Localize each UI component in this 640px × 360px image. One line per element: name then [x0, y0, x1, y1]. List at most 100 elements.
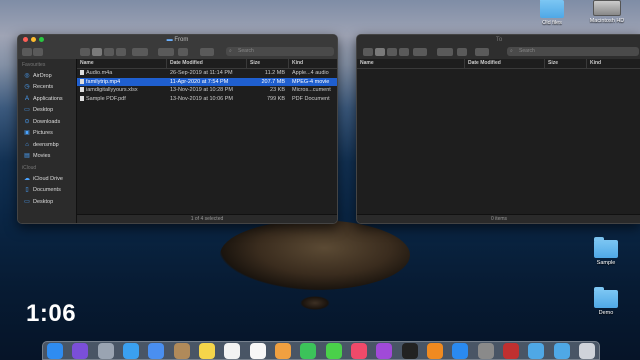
reminders-icon[interactable]	[249, 342, 266, 359]
sidebar-item-label: AirDrop	[33, 72, 52, 79]
view-gallery-button[interactable]	[399, 48, 409, 56]
group-button[interactable]	[132, 48, 148, 56]
downloads-icon: ⊙	[24, 118, 30, 125]
column-date-modified[interactable]: Date Modified	[465, 59, 545, 68]
sidebar-item-icloud-desktop[interactable]: ▭ Desktop	[18, 196, 76, 208]
siri-icon[interactable]	[72, 342, 89, 359]
column-kind[interactable]: Kind	[587, 59, 640, 68]
view-icons-button[interactable]	[363, 48, 373, 56]
books-icon[interactable]	[426, 342, 443, 359]
file-date-modified: 13-Nov-2019 at 10:06 PM	[170, 95, 233, 102]
desktop-icon-label: Macintosh HD	[589, 18, 625, 24]
view-columns-button[interactable]	[387, 48, 397, 56]
search-input[interactable]: ⌕ Search	[226, 47, 334, 56]
column-size[interactable]: Size	[545, 59, 587, 68]
window-titlebar[interactable]: To	[357, 35, 640, 45]
window-title: To	[495, 37, 503, 43]
file-row[interactable]: iamdigitallyyours.xlsx 13-Nov-2019 at 10:…	[77, 86, 337, 95]
minimize-button[interactable]	[31, 37, 36, 42]
file-name: familytrip.mp4	[77, 78, 167, 87]
sidebar-item-downloads[interactable]: ⊙ Downloads	[18, 116, 76, 128]
file-list[interactable]: Name Date Modified Size Kind Audio.m4a 26…	[77, 59, 337, 215]
window-toolbar: ⌕ Search	[357, 45, 640, 60]
action-button[interactable]	[158, 48, 174, 56]
view-list-button[interactable]	[92, 48, 102, 56]
sidebar-item-home[interactable]: ⌂ deensmbp	[18, 139, 76, 151]
column-date-modified[interactable]: Date Modified	[167, 59, 247, 68]
column-size[interactable]: Size	[247, 59, 289, 68]
forward-button[interactable]	[33, 48, 43, 56]
column-name[interactable]: Name	[77, 59, 167, 68]
desktop-icon-old-files[interactable]: Old files	[530, 0, 574, 26]
sidebar-item-pictures[interactable]: ▣ Pictures	[18, 128, 76, 140]
share-button[interactable]	[457, 48, 467, 56]
calendar-icon[interactable]	[224, 342, 241, 359]
file-icon	[80, 95, 84, 101]
folder-icon	[540, 0, 564, 18]
desktop-icon-label: Old files	[542, 20, 562, 26]
finder-window-from[interactable]: ▬ From ⌕ Search Favourites ◎ AirDrop ◷ Rec…	[17, 34, 338, 224]
system-preferences-icon[interactable]	[477, 342, 494, 359]
pictures-icon: ▣	[24, 130, 30, 137]
tags-button[interactable]	[200, 48, 214, 56]
sidebar-item-label: Applications	[33, 95, 63, 102]
mail-icon[interactable]	[148, 342, 165, 359]
sidebar-item-movies[interactable]: ▤ Movies	[18, 151, 76, 163]
tags-button[interactable]	[475, 48, 489, 56]
photo-booth-icon[interactable]	[502, 342, 519, 359]
search-input[interactable]: ⌕ Search	[507, 47, 639, 56]
file-list[interactable]: Name Date Modified Size Kind	[357, 59, 640, 215]
back-button[interactable]	[22, 48, 32, 56]
desktop-icon-macintosh-hd[interactable]: Macintosh HD	[585, 0, 629, 24]
sidebar-heading-favourites: Favourites	[22, 62, 46, 68]
sidebar-item-label: Desktop	[33, 107, 54, 114]
app-store-icon[interactable]	[452, 342, 469, 359]
sidebar-item-desktop[interactable]: ▭ Desktop	[18, 105, 76, 117]
sidebar-item-icloud-drive[interactable]: ☁ iCloud Drive	[18, 173, 76, 185]
sidebar-item-recents[interactable]: ◷ Recents	[18, 82, 76, 94]
zoom-button[interactable]	[39, 37, 44, 42]
file-name: Sample PDF.pdf	[77, 95, 167, 104]
sidebar-item-airdrop[interactable]: ◎ AirDrop	[18, 70, 76, 82]
file-name-text: familytrip.mp4	[86, 78, 121, 85]
share-button[interactable]	[178, 48, 188, 56]
view-list-button[interactable]	[375, 48, 385, 56]
desktop-icon: ▭	[24, 198, 30, 205]
column-name[interactable]: Name	[357, 59, 465, 68]
sidebar-item-applications[interactable]: A Applications	[18, 93, 76, 105]
sidebar-item-documents[interactable]: ▯ Documents	[18, 185, 76, 197]
wallpaper-island	[220, 220, 410, 290]
downloads-stack-icon[interactable]	[553, 342, 570, 359]
contacts-icon[interactable]	[173, 342, 190, 359]
facetime-icon[interactable]	[300, 342, 317, 359]
finder-icon[interactable]	[47, 342, 63, 359]
photos-icon[interactable]	[274, 342, 291, 359]
window-titlebar[interactable]: ▬ From	[18, 35, 337, 45]
music-icon[interactable]	[350, 342, 367, 359]
folder-icon[interactable]	[528, 342, 545, 359]
messages-icon[interactable]	[325, 342, 342, 359]
desktop-icon-sample[interactable]: Sample	[584, 237, 628, 266]
view-gallery-button[interactable]	[116, 48, 126, 56]
applications-icon: A	[24, 95, 29, 102]
view-columns-button[interactable]	[104, 48, 114, 56]
file-date-modified: 11-Apr-2020 at 7:54 PM	[170, 78, 229, 85]
desktop-icon-demo[interactable]: Demo	[584, 287, 628, 316]
column-kind[interactable]: Kind	[289, 59, 337, 68]
view-icons-button[interactable]	[80, 48, 90, 56]
file-row[interactable]: familytrip.mp4 11-Apr-2020 at 7:54 PM 207.…	[77, 77, 337, 87]
finder-window-to[interactable]: To ⌕ Search Name Date Modified Size Kind…	[356, 34, 640, 224]
tv-icon[interactable]	[401, 342, 418, 359]
file-icon	[80, 70, 84, 76]
trash-icon[interactable]	[578, 342, 595, 359]
action-button[interactable]	[437, 48, 453, 56]
podcasts-icon[interactable]	[376, 342, 393, 359]
file-row[interactable]: Audio.m4a 26-Sep-2019 at 11:14 PM 11.2 MB A…	[77, 69, 337, 78]
file-icon	[80, 78, 84, 84]
close-button[interactable]	[23, 37, 28, 42]
safari-icon[interactable]	[122, 342, 139, 359]
notes-icon[interactable]	[198, 342, 215, 359]
file-row[interactable]: Sample PDF.pdf 13-Nov-2019 at 10:06 PM 799…	[77, 95, 337, 104]
launchpad-icon[interactable]	[97, 342, 114, 359]
group-button[interactable]	[413, 48, 427, 56]
